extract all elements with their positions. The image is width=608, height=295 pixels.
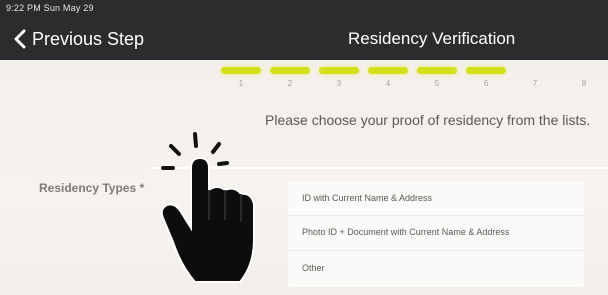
chevron-left-icon <box>14 29 26 49</box>
step-8: 8 <box>563 67 605 88</box>
step-2: 2 <box>269 67 311 88</box>
option-id-current-address[interactable]: ID with Current Name & Address <box>302 193 432 203</box>
step-number: 4 <box>385 79 391 88</box>
step-bar <box>564 67 604 74</box>
instruction-text: Please choose your proof of residency fr… <box>265 112 591 128</box>
step-bar <box>417 67 457 74</box>
step-4: 4 <box>367 67 409 88</box>
step-3: 3 <box>318 67 360 88</box>
step-1: 1 <box>220 67 262 88</box>
step-bar <box>466 67 506 74</box>
option-photo-id-document[interactable]: Photo ID + Document with Current Name & … <box>302 227 509 237</box>
step-bar <box>221 67 261 74</box>
previous-step-label: Previous Step <box>32 28 145 49</box>
step-number: 1 <box>238 79 244 88</box>
option-divider <box>288 250 584 251</box>
step-7: 7 <box>514 67 556 88</box>
pointing-hand-icon <box>160 132 255 283</box>
status-time: 9:22 PM Sun May 29 <box>6 3 94 13</box>
step-bar <box>515 67 555 74</box>
step-number: 2 <box>287 79 293 88</box>
step-bar <box>270 67 310 74</box>
step-number: 7 <box>532 79 538 88</box>
step-bar <box>319 67 359 74</box>
residency-options-list: ID with Current Name & Address Photo ID … <box>288 181 584 287</box>
step-number: 6 <box>483 79 489 88</box>
option-other[interactable]: Other <box>302 263 325 273</box>
step-number: 3 <box>336 79 342 88</box>
page-title: Residency Verification <box>348 29 516 48</box>
step-bar <box>368 67 408 74</box>
top-bar: 9:22 PM Sun May 29 Previous Step Residen… <box>0 0 608 60</box>
residency-types-label: Residency Types * <box>39 181 145 195</box>
step-5: 5 <box>416 67 458 88</box>
step-number: 8 <box>581 79 587 88</box>
step-number: 5 <box>434 79 440 88</box>
step-progress: 1 2 3 4 5 6 7 8 <box>0 67 608 97</box>
option-divider <box>288 215 584 216</box>
step-6: 6 <box>465 67 507 88</box>
previous-step-button[interactable]: Previous Step <box>14 27 144 51</box>
